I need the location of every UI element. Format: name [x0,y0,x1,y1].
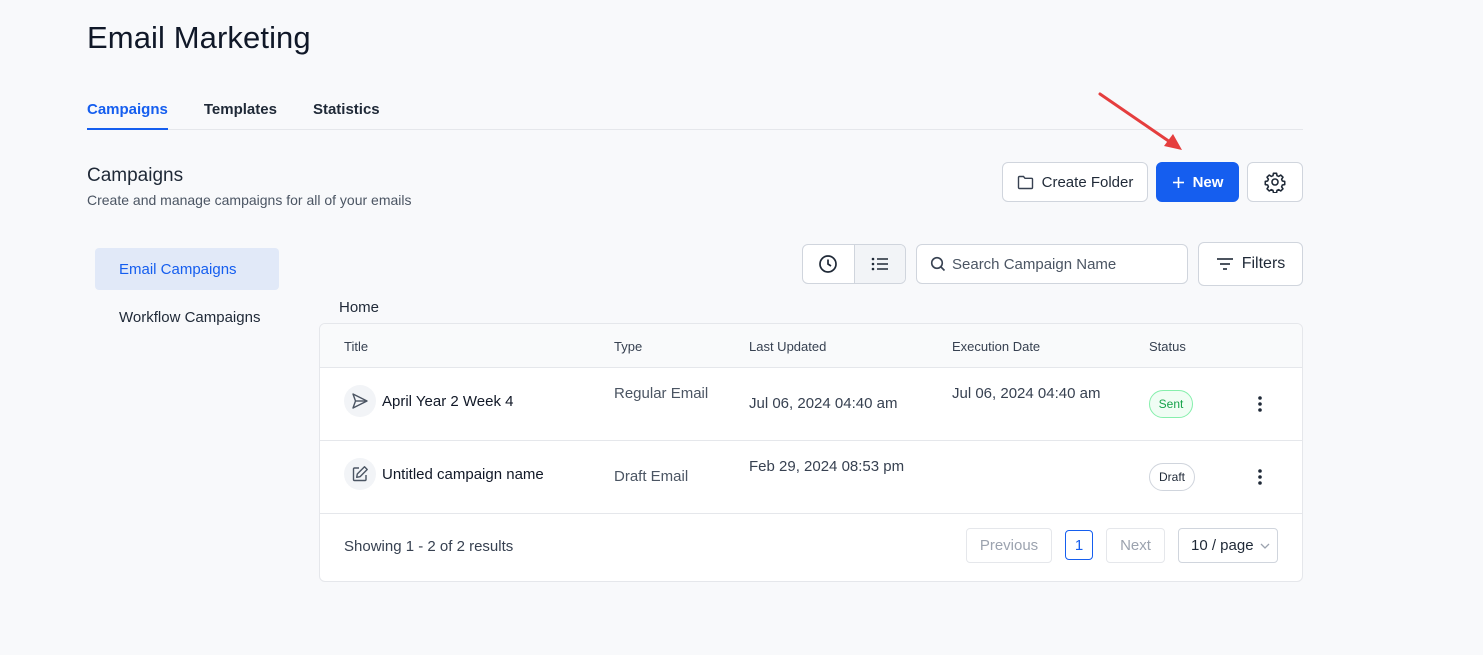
view-toggle [802,244,906,284]
sidebar-item-workflow-campaigns[interactable]: Workflow Campaigns [95,296,279,338]
column-header-status: Status [1149,339,1186,354]
annotation-arrow [1098,92,1182,150]
filters-button[interactable]: Filters [1198,242,1303,286]
more-options-icon[interactable] [1252,394,1268,414]
campaign-title-cell: April Year 2 Week 4 [344,385,513,417]
filter-icon [1216,258,1233,270]
search-icon [930,256,946,272]
section-subtitle: Create and manage campaigns for all of y… [87,192,412,208]
tab-statistics[interactable]: Statistics [313,98,380,130]
send-icon [344,385,376,417]
campaign-execution-date: Jul 06, 2024 04:40 am [952,385,1101,402]
search-input[interactable] [952,255,1182,273]
gear-icon [1264,172,1286,193]
page-size-value: 10 / page [1191,537,1254,554]
new-label: New [1192,173,1224,191]
column-header-type: Type [614,339,643,354]
campaign-type: Regular Email [614,385,709,402]
results-count: Showing 1 - 2 of 2 results [344,538,514,555]
page-1-button[interactable]: 1 [1065,530,1093,560]
column-header-title: Title [344,339,369,354]
table-row[interactable]: April Year 2 Week 4 Regular Email Jul 06… [320,368,1302,441]
campaign-title[interactable]: Untitled campaign name [382,466,544,483]
tab-campaigns[interactable]: Campaigns [87,98,168,130]
page-title: Email Marketing [87,20,311,55]
more-options-icon[interactable] [1252,467,1268,487]
next-page-button[interactable]: Next [1106,528,1165,563]
page-size-select[interactable]: 10 / page [1178,528,1278,563]
sidebar: Email Campaigns Workflow Campaigns [95,248,279,344]
search-box [916,244,1188,284]
create-folder-label: Create Folder [1041,173,1134,191]
plus-icon [1172,176,1184,188]
history-view-button[interactable] [803,245,854,283]
campaign-type: Draft Email [614,468,689,485]
filters-label: Filters [1241,255,1286,272]
create-folder-button[interactable]: Create Folder [1002,162,1148,202]
campaign-title[interactable]: April Year 2 Week 4 [382,393,513,410]
settings-button[interactable] [1247,162,1303,202]
breadcrumb[interactable]: Home [339,299,379,316]
campaign-last-updated: Feb 29, 2024 08:53 pm [749,458,905,475]
column-header-last-updated: Last Updated [749,339,827,354]
list-view-button[interactable] [853,245,905,283]
new-button[interactable]: New [1156,162,1239,202]
campaign-last-updated: Jul 06, 2024 04:40 am [749,395,898,412]
status-badge: Draft [1149,463,1195,491]
section-title: Campaigns [87,165,184,186]
previous-page-button[interactable]: Previous [966,528,1052,563]
status-badge: Sent [1149,390,1193,418]
chevron-down-icon [1260,543,1270,549]
clock-icon [819,255,838,273]
table-row[interactable]: Untitled campaign name Draft Email Feb 2… [320,441,1302,514]
table-header: Title Type Last Updated Execution Date S… [320,324,1302,368]
tab-templates[interactable]: Templates [204,98,277,130]
folder-icon [1017,175,1033,189]
campaigns-table: Title Type Last Updated Execution Date S… [319,323,1303,582]
sidebar-item-email-campaigns[interactable]: Email Campaigns [95,248,279,290]
list-icon [871,257,888,271]
edit-icon [344,458,376,490]
campaign-title-cell: Untitled campaign name [344,458,544,490]
column-header-execution-date: Execution Date [952,339,1041,354]
